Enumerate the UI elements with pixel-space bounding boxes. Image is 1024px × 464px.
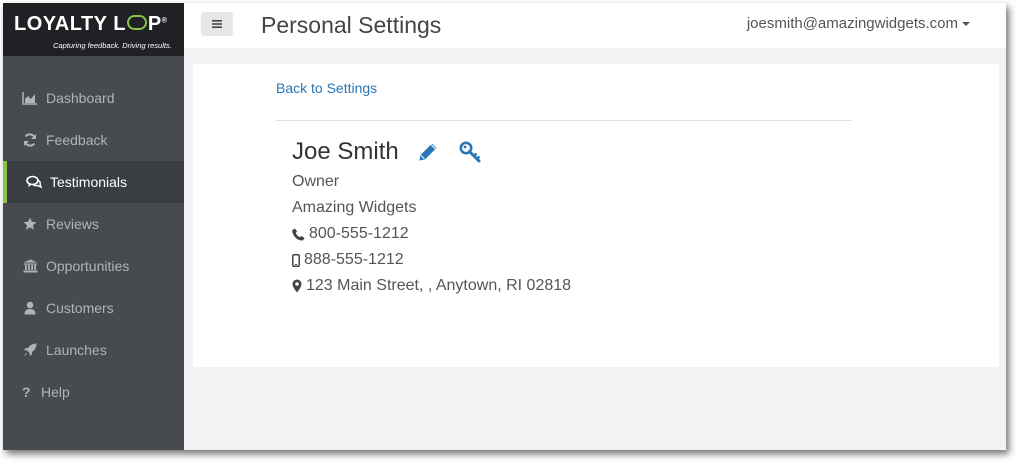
menu-toggle-button[interactable] [201,12,233,36]
address-text: 123 Main Street, , Anytown, RI 02818 [306,277,572,294]
bank-icon [22,258,38,274]
app-window: LOYALTY L P® Capturing feedback. Driving … [3,3,1006,450]
sidebar-nav: Dashboard Feedback Testimonials Reviews [3,77,184,413]
profile-phone: 800-555-1212 [292,225,409,243]
map-marker-icon [292,279,302,293]
sidebar-item-opportunities[interactable]: Opportunities [3,245,184,287]
pencil-icon[interactable] [417,141,439,163]
sidebar-item-reviews[interactable]: Reviews [3,203,184,245]
sidebar-item-customers[interactable]: Customers [3,287,184,329]
top-bar: Personal Settings joesmith@amazingwidget… [184,3,1006,48]
sidebar-item-testimonials[interactable]: Testimonials [3,161,184,203]
sidebar-item-label: Launches [46,342,107,358]
logo[interactable]: LOYALTY L P® Capturing feedback. Driving … [3,3,184,56]
logo-loop-icon [126,15,147,31]
comments-icon [26,174,42,190]
user-menu-dropdown[interactable]: joesmith@amazingwidgets.com [747,15,970,32]
refresh-icon [22,132,38,148]
phone-text: 800-555-1212 [309,225,409,242]
sidebar-item-launches[interactable]: Launches [3,329,184,371]
sidebar-item-label: Reviews [46,216,99,232]
mobile-text: 888-555-1212 [304,251,404,268]
sidebar-item-help[interactable]: ? Help [3,371,184,413]
role-text: Owner [292,173,340,190]
logo-tagline: Capturing feedback. Driving results. [53,41,172,50]
profile-card: Back to Settings Joe Smith Owner Amazing… [193,64,999,367]
sidebar-item-label: Dashboard [46,90,115,106]
sidebar-item-label: Customers [46,300,114,316]
rocket-icon [22,342,38,358]
profile-mobile: 888-555-1212 [292,251,404,269]
profile-name: Joe Smith [292,138,399,165]
phone-icon [292,228,305,241]
back-to-settings-link[interactable]: Back to Settings [276,80,377,96]
hamburger-icon [212,20,222,28]
profile-role: Owner [292,173,339,191]
sidebar-item-feedback[interactable]: Feedback [3,119,184,161]
question-icon: ? [22,384,31,400]
sidebar: LOYALTY L P® Capturing feedback. Driving … [3,3,184,450]
profile-address: 123 Main Street, , Anytown, RI 02818 [292,277,571,295]
mobile-icon [292,253,300,267]
profile-company: Amazing Widgets [292,199,417,217]
key-icon[interactable] [459,141,483,163]
sidebar-item-label: Feedback [46,132,108,148]
area-chart-icon [22,90,38,106]
sidebar-item-dashboard[interactable]: Dashboard [3,77,184,119]
caret-down-icon [962,22,970,27]
sidebar-item-label: Opportunities [46,258,130,274]
sidebar-item-label: Testimonials [50,174,128,190]
sidebar-item-label: Help [41,384,70,400]
page-title: Personal Settings [261,12,442,38]
star-icon [22,216,38,232]
divider [276,120,851,121]
company-text: Amazing Widgets [292,199,417,216]
user-email: joesmith@amazingwidgets.com [746,15,958,32]
user-icon [22,300,38,316]
logo-wordmark: LOYALTY L P® [14,13,168,35]
